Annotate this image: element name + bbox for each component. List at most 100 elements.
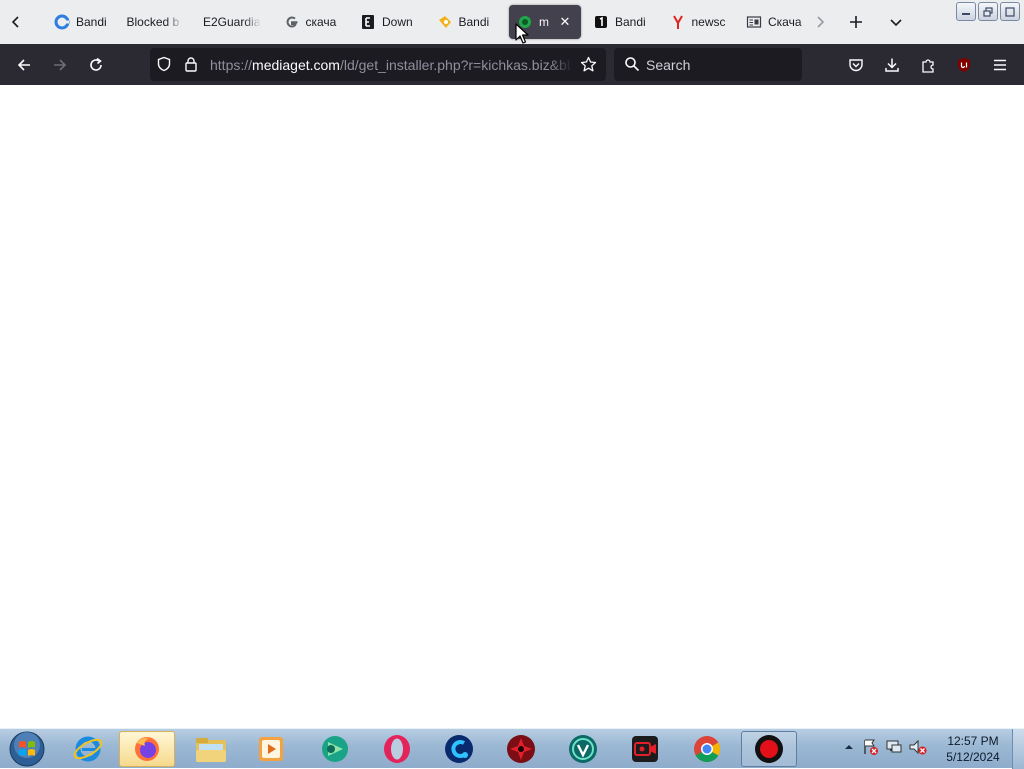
tab-title: Down xyxy=(382,15,413,29)
hamburger-menu-icon xyxy=(994,59,1006,71)
taskbar-media-player[interactable] xyxy=(243,731,299,767)
tab[interactable]: E2Guardia xyxy=(199,5,276,39)
file-explorer-icon xyxy=(196,738,226,762)
taskbar-clock[interactable]: 12:57 PM 5/12/2024 xyxy=(940,733,1006,765)
minimize-button[interactable] xyxy=(956,2,976,21)
pocket-icon xyxy=(849,59,863,72)
tab-strip: Bandi Blocked b E2Guardia скача Down Ban… xyxy=(0,0,1024,44)
teal-shield-icon xyxy=(569,735,597,763)
tab[interactable]: Blocked b xyxy=(123,5,200,39)
address-bar[interactable]: https://mediaget.com/ld/get_installer.ph… xyxy=(150,48,606,81)
search-placeholder: Search xyxy=(646,57,691,73)
search-bar[interactable]: Search xyxy=(614,48,802,81)
taskbar-teal-shield[interactable] xyxy=(555,731,611,767)
extensions-button[interactable] xyxy=(913,50,943,80)
back-button[interactable] xyxy=(9,50,39,80)
close-window-button[interactable] xyxy=(1000,2,1020,21)
mouse-cursor-icon xyxy=(515,23,529,44)
record-button-icon xyxy=(755,735,783,763)
taskbar-file-explorer[interactable] xyxy=(183,731,239,767)
page-icon xyxy=(746,14,762,30)
taskbar-chrome[interactable] xyxy=(679,731,735,767)
close-icon xyxy=(1005,6,1015,17)
app-menu-button[interactable] xyxy=(985,50,1015,80)
windows-orb-icon xyxy=(9,731,45,767)
yandex-y-icon xyxy=(670,14,686,30)
opera-icon xyxy=(384,735,410,763)
puzzle-icon xyxy=(922,59,934,73)
forward-button[interactable] xyxy=(45,50,75,80)
reload-button[interactable] xyxy=(81,50,111,80)
edge-ring-icon xyxy=(54,14,70,30)
tab[interactable]: Скача xyxy=(738,5,815,39)
chevron-right-icon xyxy=(817,16,825,28)
volume-muted-icon[interactable] xyxy=(908,737,928,762)
pocket-button[interactable] xyxy=(841,50,871,80)
arrow-left-icon xyxy=(17,59,30,71)
downloads-button[interactable] xyxy=(877,50,907,80)
firefox-icon xyxy=(135,737,159,761)
show-desktop-button[interactable] xyxy=(1012,729,1024,769)
bandicam-icon xyxy=(437,14,453,30)
chevron-down-icon xyxy=(890,19,902,27)
system-tray xyxy=(842,733,928,765)
tab-title: m xyxy=(539,15,549,29)
url-text[interactable]: https://mediaget.com/ld/get_installer.ph… xyxy=(210,57,572,73)
url-host: mediaget.com xyxy=(252,57,340,73)
url-path: /ld/get_installer.php?r=kichkas.biz&bb xyxy=(339,57,572,73)
download-icon xyxy=(885,58,899,72)
tab[interactable]: newsc xyxy=(662,5,739,39)
minimize-icon xyxy=(962,12,970,15)
restore-button[interactable] xyxy=(978,2,998,21)
search-icon xyxy=(624,56,640,77)
bookmark-star-icon[interactable] xyxy=(580,56,597,78)
tab-title: Bandi xyxy=(615,15,646,29)
start-button[interactable] xyxy=(0,731,54,767)
network-icon[interactable] xyxy=(884,737,904,762)
red-game-icon xyxy=(507,735,535,763)
window-controls xyxy=(956,2,1020,21)
tab[interactable]: Bandi xyxy=(585,5,662,39)
tab[interactable]: Down xyxy=(352,5,429,39)
tab-title: Bandi xyxy=(458,15,490,29)
internet-explorer-icon xyxy=(73,736,103,762)
scroll-tabs-left-button[interactable] xyxy=(2,6,30,38)
taskbar-green-app[interactable] xyxy=(307,731,363,767)
tab[interactable]: Bandi xyxy=(46,5,123,39)
list-all-tabs-button[interactable] xyxy=(882,6,910,38)
taskbar-record-button[interactable] xyxy=(741,731,797,767)
reload-icon xyxy=(90,57,102,71)
new-tab-button[interactable] xyxy=(842,6,870,38)
taskbar-firefox[interactable] xyxy=(119,731,175,767)
e-square-icon xyxy=(360,14,376,30)
tab-title: скача xyxy=(305,15,337,29)
taskbar-internet-explorer[interactable] xyxy=(60,731,116,767)
url-scheme: https:// xyxy=(210,57,253,73)
lock-icon[interactable] xyxy=(184,56,198,77)
taskbar-ccleaner[interactable] xyxy=(431,731,487,767)
tracking-shield-icon[interactable] xyxy=(156,56,172,77)
show-hidden-icons-button[interactable] xyxy=(842,740,856,759)
taskbar-screen-recorder[interactable] xyxy=(617,731,673,767)
navigation-toolbar: https://mediaget.com/ld/get_installer.ph… xyxy=(0,44,1024,85)
taskbar-red-game[interactable] xyxy=(493,731,549,767)
tab-list: Bandi Blocked b E2Guardia скача Down Ban… xyxy=(46,5,815,39)
taskbar-opera[interactable] xyxy=(369,731,425,767)
chrome-icon xyxy=(694,736,721,763)
chevron-left-icon xyxy=(11,16,19,28)
restore-icon xyxy=(983,6,993,17)
clock-time: 12:57 PM xyxy=(947,734,999,748)
ccleaner-icon xyxy=(445,735,473,763)
close-tab-icon[interactable]: ✕ xyxy=(557,14,573,30)
tab-title: E2Guardia xyxy=(203,15,261,29)
ublock-origin-button[interactable] xyxy=(949,50,979,80)
clock-date: 5/12/2024 xyxy=(946,750,1000,764)
tab[interactable]: Bandi xyxy=(429,5,506,39)
arrow-right-icon xyxy=(54,59,67,71)
tab[interactable]: скача xyxy=(276,5,353,39)
scroll-tabs-right-button[interactable] xyxy=(806,6,834,38)
number-one-icon xyxy=(593,14,609,30)
action-center-flag-icon[interactable] xyxy=(860,737,880,762)
page-content-blank xyxy=(0,85,1024,728)
green-app-icon xyxy=(322,736,348,762)
